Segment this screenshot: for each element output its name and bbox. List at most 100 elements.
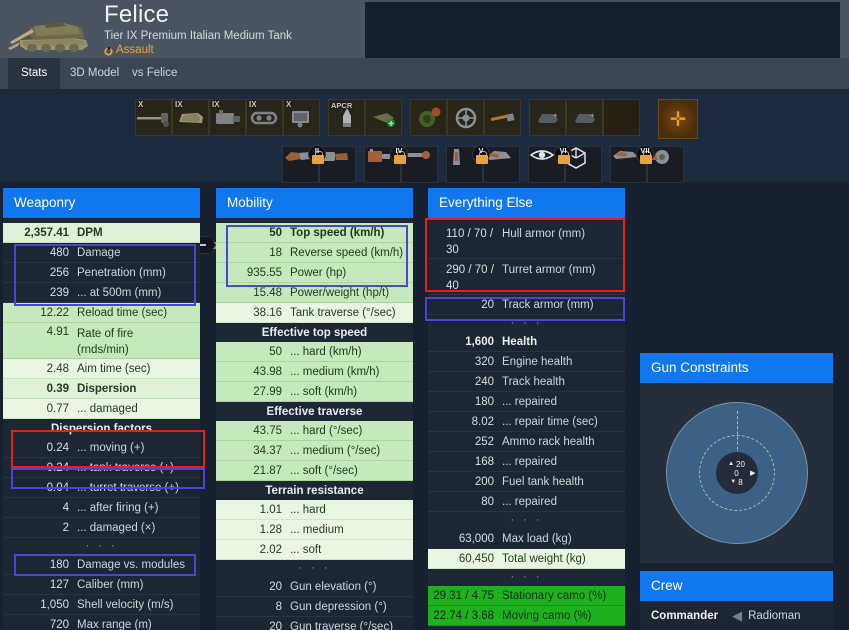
stat-value: 320 (474, 355, 494, 368)
tier-lock-badge: V (472, 145, 490, 164)
module-slot-engine[interactable]: IX (209, 99, 246, 136)
tab-vs-felice[interactable]: vs Felice (119, 58, 190, 89)
lock-tier-label: V (478, 145, 484, 155)
stat-row: 34.37 ... medium (°/sec) (216, 441, 413, 461)
consumable-slot-2[interactable] (447, 99, 484, 136)
stat-row: 2,357.41 DPM (3, 223, 200, 243)
stat-label: Engine health (502, 355, 573, 368)
panel-title-everything-else: Everything Else (428, 188, 625, 218)
arrow-up-icon: ▲ (728, 460, 735, 467)
stat-label: Track armor (mm) (502, 298, 594, 311)
section-subheader: Dispersion factors (51, 423, 152, 435)
section-divider-dots: · · · (85, 540, 118, 552)
gun-values-hub: ▲ 20 0 ▼ 8 ▶ (715, 452, 758, 494)
tab-stats[interactable]: Stats (8, 58, 61, 89)
stat-label: Caliber (mm) (77, 578, 144, 591)
directive-slot-1[interactable]: + (529, 99, 566, 136)
stat-label: Stationary camo (%) (502, 589, 607, 602)
stat-label: DPM (77, 226, 103, 239)
stat-label: ... soft (290, 543, 322, 556)
stat-row: 0.24 ... moving (+) (3, 438, 200, 458)
stat-row: 63,000 Max load (kg) (428, 529, 625, 549)
stat-value: 2.02 (259, 543, 282, 556)
stat-row: 12.22 Reload time (sec) (3, 303, 200, 323)
stat-value: 2.48 (46, 362, 69, 375)
empty-slot[interactable] (603, 99, 640, 136)
stat-value: 252 (474, 435, 494, 448)
stat-row: 2.48 Aim time (sec) (3, 359, 200, 379)
depression-value: 8 (738, 477, 743, 487)
stat-value: 1,600 (465, 335, 494, 348)
stat-row: 1.01 ... hard (216, 500, 413, 520)
stat-label: ... hard (°/sec) (290, 424, 363, 437)
module-slot-gun[interactable]: X (135, 99, 172, 136)
stat-label: Tank traverse (°/sec) (290, 306, 396, 319)
stat-label: Rate of fire (rnds/min) (77, 328, 134, 356)
stat-value: 1.28 (259, 523, 282, 536)
add-loadout-button[interactable]: ✛ (658, 99, 698, 139)
module-tier: X (286, 100, 292, 109)
stat-label: Max load (kg) (502, 532, 572, 545)
stat-label: ... damaged (77, 402, 138, 415)
equipment-pair: II (282, 145, 356, 183)
stat-row: 168 ... repaired (428, 452, 625, 472)
stat-row: 240 Track health (428, 372, 625, 392)
stat-value: 8 (275, 600, 282, 613)
crew-primary-role: Commander (651, 610, 719, 622)
stat-value: 0.24 (46, 441, 69, 454)
stat-value: 50 (269, 226, 282, 239)
stat-row: 18 Reverse speed (km/h) (216, 243, 413, 263)
panel-right-column: Gun Constraints ▲ 20 0 ▼ 8 ▶ Crew Comman… (640, 188, 833, 630)
stat-value: 27.99 (253, 385, 282, 398)
panel-title-gun-constraints: Gun Constraints (640, 353, 833, 383)
stat-value: 20 (481, 298, 494, 311)
stat-row: 180 Damage vs. modules (3, 555, 200, 575)
stat-row: 0.39 Dispersion (3, 379, 200, 399)
stat-row: 720 Max range (m) (3, 615, 200, 630)
depression-row: ▼ 8 (730, 478, 742, 487)
svg-text:+: + (553, 111, 558, 120)
tier-lock-badge: II (308, 145, 326, 164)
stat-value: 239 (49, 286, 69, 299)
shell-slot-he[interactable]: ✚ (365, 99, 402, 136)
stat-value: 20 (269, 580, 282, 593)
stat-label: Power/weight (hp/t) (290, 286, 390, 299)
directive-slot-2[interactable]: + (566, 99, 603, 136)
section-subheader: Effective traverse (266, 406, 363, 418)
module-slot-turret[interactable]: IX (172, 99, 209, 136)
stat-value: 290 / 70 / 40 (446, 264, 494, 292)
empty-slot-icon (604, 100, 639, 135)
stat-row: 480 Damage (3, 243, 200, 263)
stat-row: 256 Penetration (mm) (3, 263, 200, 283)
tank-thumbnail (4, 2, 100, 56)
stat-value: 21.87 (253, 464, 282, 477)
lock-tier-label: VII (640, 145, 650, 155)
module-slot-radio[interactable]: X (283, 99, 320, 136)
crew-secondary-role: Radioman (748, 610, 801, 622)
stat-label: ... medium (km/h) (290, 365, 380, 378)
shell-slot-apcr[interactable]: APCR (328, 99, 365, 136)
section-divider-dots: · · · (428, 626, 625, 630)
stat-label: ... repaired (502, 495, 557, 508)
section-divider-dots: · · · (510, 571, 543, 583)
stat-value: 63,000 (458, 532, 494, 545)
stat-label: ... at 500m (mm) (77, 286, 162, 299)
stat-label: ... hard (km/h) (290, 345, 362, 358)
stat-label: Damage vs. modules (77, 558, 186, 571)
crew-row[interactable]: Commander ◀ Radioman (640, 601, 833, 630)
consumable-first-aid-icon (485, 100, 520, 135)
module-group-chassis: X IX IX IX X (135, 99, 320, 139)
stat-value: 127 (49, 578, 69, 591)
traverse-circle: ▲ 20 0 ▼ 8 ▶ (665, 402, 808, 544)
panel-everything-else: Everything Else 110 / 70 / 30 Hull armor … (428, 188, 625, 630)
consumable-slot-3[interactable] (484, 99, 521, 136)
section-divider-dots: · · · (510, 317, 543, 329)
tank-role: Assault (104, 43, 292, 57)
stat-label: Gun traverse (°/sec) (290, 620, 394, 630)
stat-label: Gun elevation (°) (290, 580, 377, 593)
stat-label: ... repaired (502, 455, 557, 468)
stat-value: 240 (474, 375, 494, 388)
module-slot-suspension[interactable]: IX (246, 99, 283, 136)
stat-row: 180 ... repaired (428, 392, 625, 412)
consumable-slot-1[interactable] (410, 99, 447, 136)
